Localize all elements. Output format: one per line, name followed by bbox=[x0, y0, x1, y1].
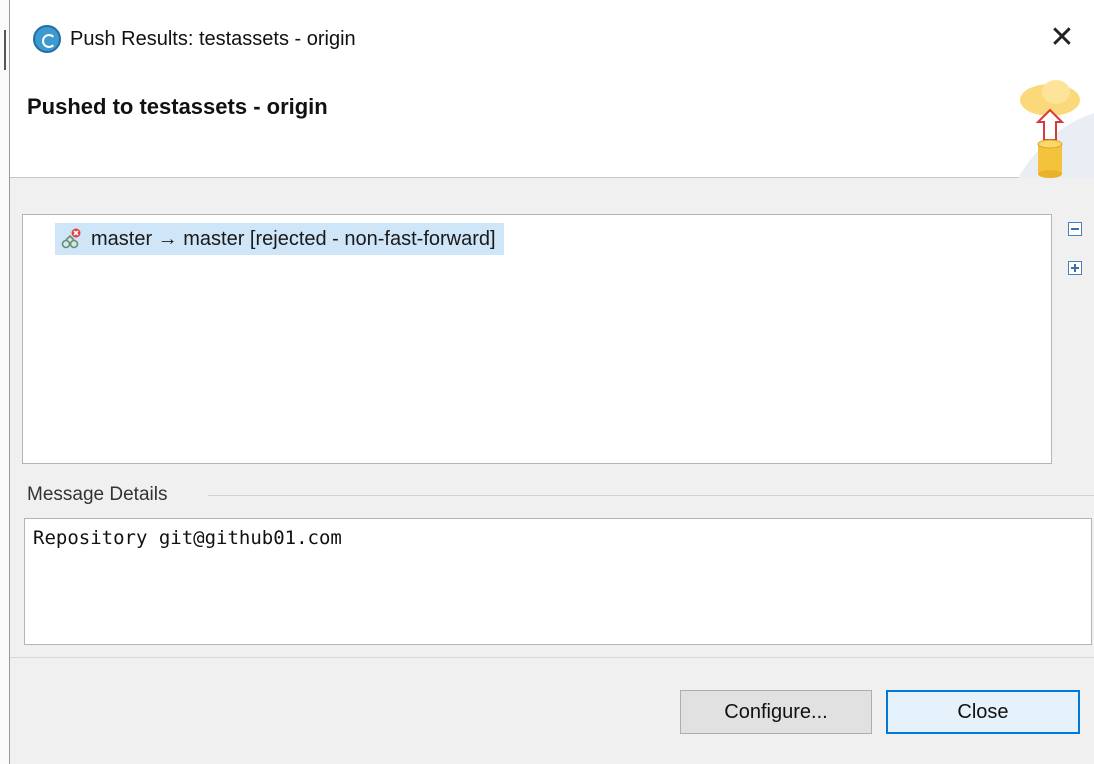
edge-marker bbox=[4, 30, 6, 70]
expand-all-icon[interactable] bbox=[1068, 261, 1082, 275]
push-results-tree[interactable]: master → master [rejected - non-fast-for… bbox=[22, 214, 1052, 464]
result-label: master → master [rejected - non-fast-for… bbox=[91, 227, 496, 250]
close-button[interactable]: Close bbox=[886, 690, 1080, 734]
eclipse-app-icon bbox=[33, 25, 61, 53]
window-title: Push Results: testassets - origin bbox=[70, 28, 356, 50]
title-bar: Push Results: testassets - origin ✕ bbox=[10, 0, 1094, 78]
group-divider bbox=[208, 495, 1094, 496]
close-window-icon[interactable]: ✕ bbox=[1044, 20, 1080, 56]
dialog-header: Pushed to testassets - origin bbox=[10, 78, 1094, 178]
message-details-text[interactable]: Repository git@github01.com bbox=[24, 518, 1092, 645]
configure-button[interactable]: Configure... bbox=[680, 690, 872, 734]
background-window-edge bbox=[0, 0, 10, 764]
header-title: Pushed to testassets - origin bbox=[27, 94, 328, 119]
collapse-all-icon[interactable] bbox=[1068, 222, 1082, 236]
button-bar-separator bbox=[10, 657, 1094, 658]
push-results-dialog: Push Results: testassets - origin ✕ Push… bbox=[10, 0, 1094, 764]
message-details-label: Message Details bbox=[27, 484, 168, 505]
branch-rejected-icon bbox=[61, 228, 81, 249]
cloud-push-database-icon bbox=[1018, 80, 1094, 178]
result-row-master[interactable]: master → master [rejected - non-fast-for… bbox=[55, 223, 504, 255]
